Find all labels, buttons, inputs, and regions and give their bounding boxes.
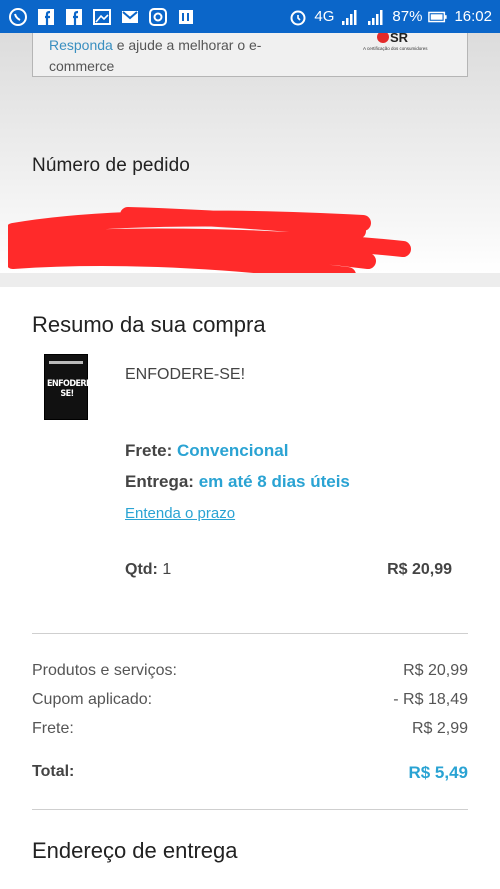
signal-icon xyxy=(340,7,360,27)
product-thumbnail[interactable]: ENFODERE-SE! xyxy=(44,354,94,420)
battery-percent: 87% xyxy=(392,8,423,25)
notification-icons xyxy=(8,7,196,27)
thumbnail-author-band xyxy=(49,361,83,364)
quantity-value: 1 xyxy=(162,561,172,578)
feedback-text: Responda e ajude a melhorar o e-commerce xyxy=(49,35,319,77)
delivery-label: Entrega: xyxy=(125,472,194,491)
total-value: R$ 5,49 xyxy=(408,763,468,782)
thumbnail-title: ENFODERE-SE! xyxy=(47,379,94,399)
shipping-cost-label: Frete: xyxy=(32,720,74,737)
instagram-icon xyxy=(148,7,168,27)
clock: 16:02 xyxy=(454,8,492,25)
feedback-link[interactable]: Responda xyxy=(49,37,113,53)
divider xyxy=(32,633,468,634)
divider xyxy=(32,809,468,810)
shipping-cost-value: R$ 2,99 xyxy=(411,720,468,737)
products-label: Produtos e serviços: xyxy=(32,662,177,679)
totals-products-row: Produtos e serviços: R$ 20,99 xyxy=(32,662,468,680)
summary-title: Resumo da sua compra xyxy=(32,312,266,337)
item-price: R$ 20,99 xyxy=(387,561,452,578)
book-icon xyxy=(176,7,196,27)
totals-coupon-row: Cupom aplicado: - R$ 18,49 xyxy=(32,691,468,709)
certification-logo: SR A certificação dos consumidores xyxy=(363,30,453,53)
order-header-section: Responda e ajude a melhorar o e-commerce… xyxy=(0,30,500,281)
shipping-value: Convencional xyxy=(176,441,289,460)
section-separator xyxy=(0,273,500,287)
delivery-address-title: Endereço de entrega xyxy=(32,838,238,863)
redaction-scribble xyxy=(8,207,411,281)
delivery-value: em até 8 dias úteis xyxy=(198,472,350,491)
coupon-label: Cupom aplicado: xyxy=(32,691,153,708)
order-number-title: Número de pedido xyxy=(32,155,190,176)
coupon-value: - R$ 18,49 xyxy=(393,691,468,708)
whatsapp-icon xyxy=(8,7,28,27)
shipping-method: Frete: Convencional xyxy=(125,441,288,461)
signal-icon xyxy=(366,7,386,27)
svg-text:SR: SR xyxy=(390,33,409,45)
quantity: Qtd: 1 xyxy=(125,561,171,579)
shipping-label: Frete: xyxy=(125,441,173,460)
quantity-label: Qtd: xyxy=(125,561,158,578)
facebook-icon xyxy=(64,7,84,27)
products-value: R$ 20,99 xyxy=(403,662,468,679)
system-status: 4G 87% 16:02 xyxy=(288,7,492,27)
total-label: Total: xyxy=(32,763,75,780)
facebook-icon xyxy=(36,7,56,27)
network-type: 4G xyxy=(314,8,335,25)
delivery-estimate: Entrega: em até 8 dias úteis xyxy=(125,472,350,492)
gmail-icon xyxy=(120,7,140,27)
feedback-card: Responda e ajude a melhorar o e-commerce… xyxy=(32,30,468,77)
product-name[interactable]: ENFODERE-SE! xyxy=(125,366,245,384)
totals-shipping-row: Frete: R$ 2,99 xyxy=(32,720,468,738)
svg-text:A certificação dos consumidore: A certificação dos consumidores xyxy=(363,46,428,51)
status-bar: 4G 87% 16:02 xyxy=(0,0,500,33)
understand-deadline-link[interactable]: Entenda o prazo xyxy=(125,505,235,522)
totals-total-row: Total: R$ 5,49 xyxy=(32,763,468,783)
alarm-icon xyxy=(288,7,308,27)
image-icon xyxy=(92,7,112,27)
battery-icon xyxy=(428,7,448,27)
